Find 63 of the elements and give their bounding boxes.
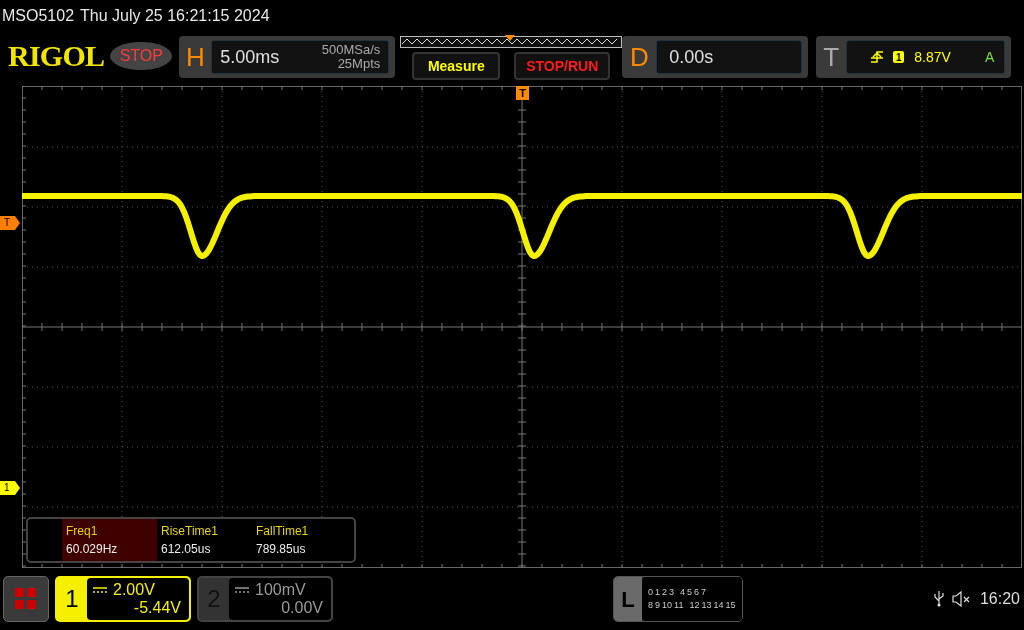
digital-channel-number: 2 [662,587,668,598]
delay-value: 0.00s [669,45,714,69]
digital-channel-number: 13 [701,600,712,611]
menu-button[interactable] [3,576,49,622]
sample-rate: 500MSa/s [321,43,381,57]
logo: RIGOL [8,38,105,74]
level-marker: 1 [0,481,20,495]
digital-channel-number: 14 [713,600,724,611]
muted-speaker-icon [951,591,972,607]
horizontal-panel[interactable]: H 5.00ms 500MSa/s 25Mpts [179,36,396,78]
channel-scale: 100mV [255,581,306,599]
delay-label: D [628,40,650,74]
digital-channel-number: 1 [655,587,661,598]
measurement-value: 789.85us [256,541,307,558]
dc-coupling-icon [93,587,107,593]
digital-channel-number: 6 [694,587,700,598]
digital-channel-number: 7 [701,587,707,598]
measurement-item[interactable]: RiseTime1 612.05us [157,519,252,561]
measurement-name: RiseTime1 [161,523,219,540]
channel-panel[interactable]: 1 2.00V -5.44V [55,576,191,622]
digital-channel-number: 5 [687,587,693,598]
digital-channel-number: 15 [725,600,736,611]
clock: 16:20 [979,589,1020,609]
level-marker: T [0,216,20,230]
digital-channel-number: 9 [655,600,661,611]
measurement-item[interactable]: FallTime1 789.85us [252,519,347,561]
trigger-label: T [822,40,841,74]
digital-channel-number: 8 [648,600,653,611]
digital-channel-number: 0 [648,587,653,598]
logic-label: L [614,577,642,621]
timebase-value: 5.00ms [220,45,280,69]
channel-number: 1 [64,584,80,614]
toolbar-button[interactable]: Measure [412,52,501,80]
digital-channel-number: 12 [689,600,700,611]
measurement-value: 60.029Hz [66,541,119,558]
run-status: STOP [110,42,173,70]
trigger-level: 8.87V [914,47,951,67]
channel-offset: 0.00V [281,599,323,617]
trigger-mode: A [984,47,995,67]
channel-offset: -5.44V [133,599,181,617]
measurement-value: 612.05us [161,541,212,558]
grid-menu-icon [15,588,37,610]
date-time: Thu July 25 16:21:15 2024 [80,6,270,26]
measurement-name: FallTime1 [256,523,310,540]
toolbar-button[interactable]: STOP/RUN [514,52,611,80]
trigger-panel[interactable]: T 1 8.87V A [816,36,1012,78]
memory-depth: 25Mpts [337,57,381,71]
model-name: MSO5102 [2,6,75,26]
usb-icon [933,591,944,607]
horizontal-label: H [184,40,206,74]
digital-channel-number: 4 [680,587,686,598]
trigger-source: 1 [893,51,905,63]
logic-panel[interactable]: L 0 1 2 3 4 5 6 7 8 9 10 11 12 13 14 15 [613,576,743,622]
trigger-position-marker: T [516,86,529,100]
delay-panel[interactable]: D 0.00s [622,36,809,78]
measurement-item[interactable]: Freq1 60.029Hz [62,519,157,561]
channel-scale: 2.00V [113,581,155,599]
digital-channel-number: 3 [669,587,675,598]
rising-edge-icon [871,51,884,63]
dc-coupling-icon [235,587,249,593]
digital-channel-number: 11 [674,600,684,611]
measurement-name: Freq1 [66,523,99,540]
digital-channel-number: 10 [662,600,673,611]
